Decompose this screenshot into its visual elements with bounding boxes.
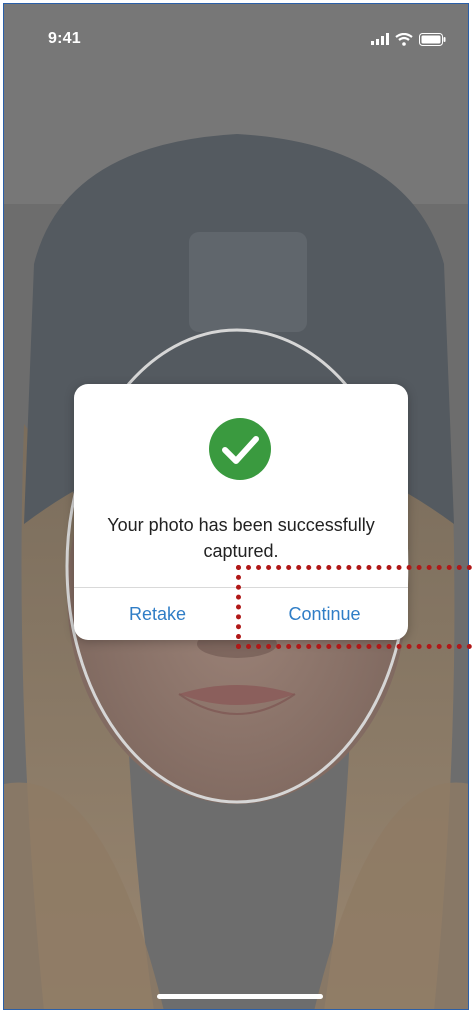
status-bar: 9:41 [4, 4, 468, 74]
checkmark-circle-icon [208, 417, 272, 481]
continue-button[interactable]: Continue [241, 588, 408, 640]
photo-captured-dialog: Your photo has been successfully capture… [74, 384, 408, 640]
status-icons [371, 31, 446, 47]
home-indicator [157, 994, 323, 999]
wifi-icon [395, 32, 413, 46]
dialog-message: Your photo has been successfully capture… [107, 515, 375, 561]
status-time: 9:41 [48, 30, 81, 47]
phone-screen: 9:41 Your photo has been successfully ca… [3, 3, 469, 1010]
dialog-actions: Retake Continue [74, 588, 408, 640]
retake-button[interactable]: Retake [74, 588, 241, 640]
signal-icon [371, 33, 389, 45]
battery-icon [419, 32, 446, 46]
